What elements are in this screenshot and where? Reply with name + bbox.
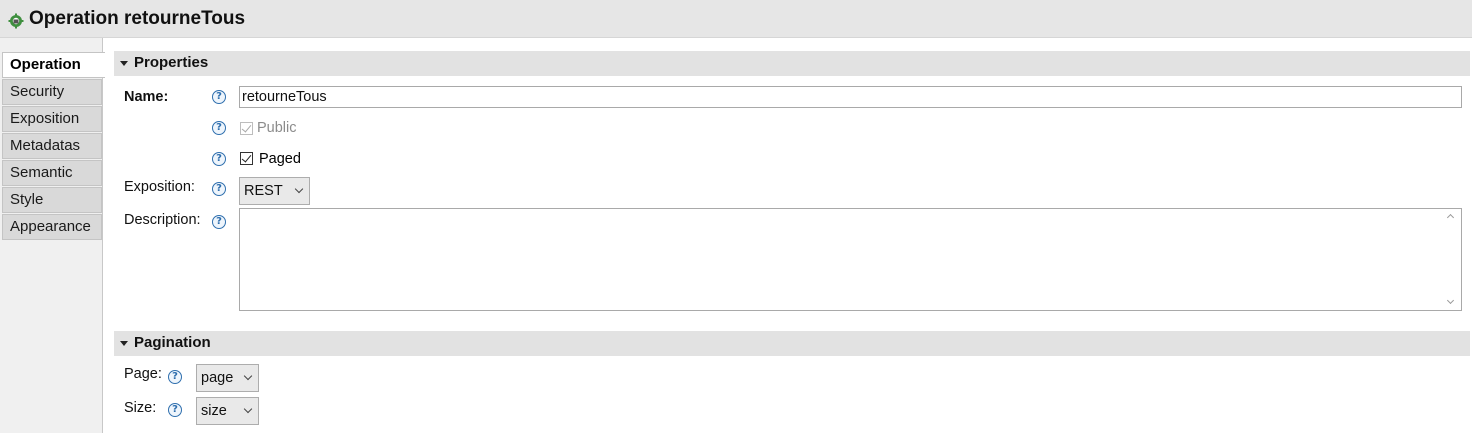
size-select-value: size [201,403,227,419]
page-select-value: page [201,370,234,386]
exposition-select-value: REST [244,183,283,199]
paged-label: Paged [259,151,301,167]
tab-exposition[interactable]: Exposition [2,106,102,132]
chevron-down-icon [243,404,253,414]
description-help-icon[interactable]: ? [212,215,226,229]
pagination-section-header[interactable]: Pagination [114,331,1470,356]
tab-metadatas[interactable]: Metadatas [2,133,102,159]
scroll-up-icon[interactable] [1446,213,1455,222]
name-help-icon[interactable]: ? [212,90,226,104]
size-select[interactable]: size [196,397,259,425]
checkmark-icon [241,122,252,133]
checkmark-icon [241,152,252,163]
page-label: Page: [124,366,162,382]
collapse-arrow-icon[interactable] [120,61,128,66]
exposition-help-icon[interactable]: ? [212,182,226,196]
description-label: Description: [124,212,201,228]
name-input[interactable] [239,86,1462,108]
scroll-down-icon[interactable] [1446,296,1455,305]
tab-appearance[interactable]: Appearance [2,214,102,240]
tab-security[interactable]: Security [2,79,102,105]
size-help-icon[interactable]: ? [168,403,182,417]
exposition-select[interactable]: REST [239,177,310,205]
operation-gear-icon [8,13,24,29]
paged-help-icon[interactable]: ? [212,152,226,166]
tab-style[interactable]: Style [2,187,102,213]
page-select[interactable]: page [196,364,259,392]
tab-semantic[interactable]: Semantic [2,160,102,186]
public-help-icon[interactable]: ? [212,121,226,135]
pagination-section-title: Pagination [134,334,211,351]
public-label: Public [257,120,297,136]
chevron-down-icon [294,184,304,194]
editor-title-bar: Operation retourneTous [0,0,1472,38]
property-tabs: Operation Security Exposition Metadatas … [0,38,105,433]
description-textarea[interactable] [239,208,1462,311]
chevron-down-icon [243,371,253,381]
paged-checkbox[interactable] [240,152,253,165]
exposition-label: Exposition: [124,179,195,195]
name-label: Name: [124,89,169,105]
page-help-icon[interactable]: ? [168,370,182,384]
public-checkbox[interactable] [240,122,253,135]
properties-section-header[interactable]: Properties [114,51,1470,76]
page-title: Operation retourneTous [29,8,246,29]
collapse-arrow-icon[interactable] [120,341,128,346]
properties-section-title: Properties [134,54,209,71]
size-label: Size: [124,400,157,416]
tab-operation[interactable]: Operation [2,52,105,78]
